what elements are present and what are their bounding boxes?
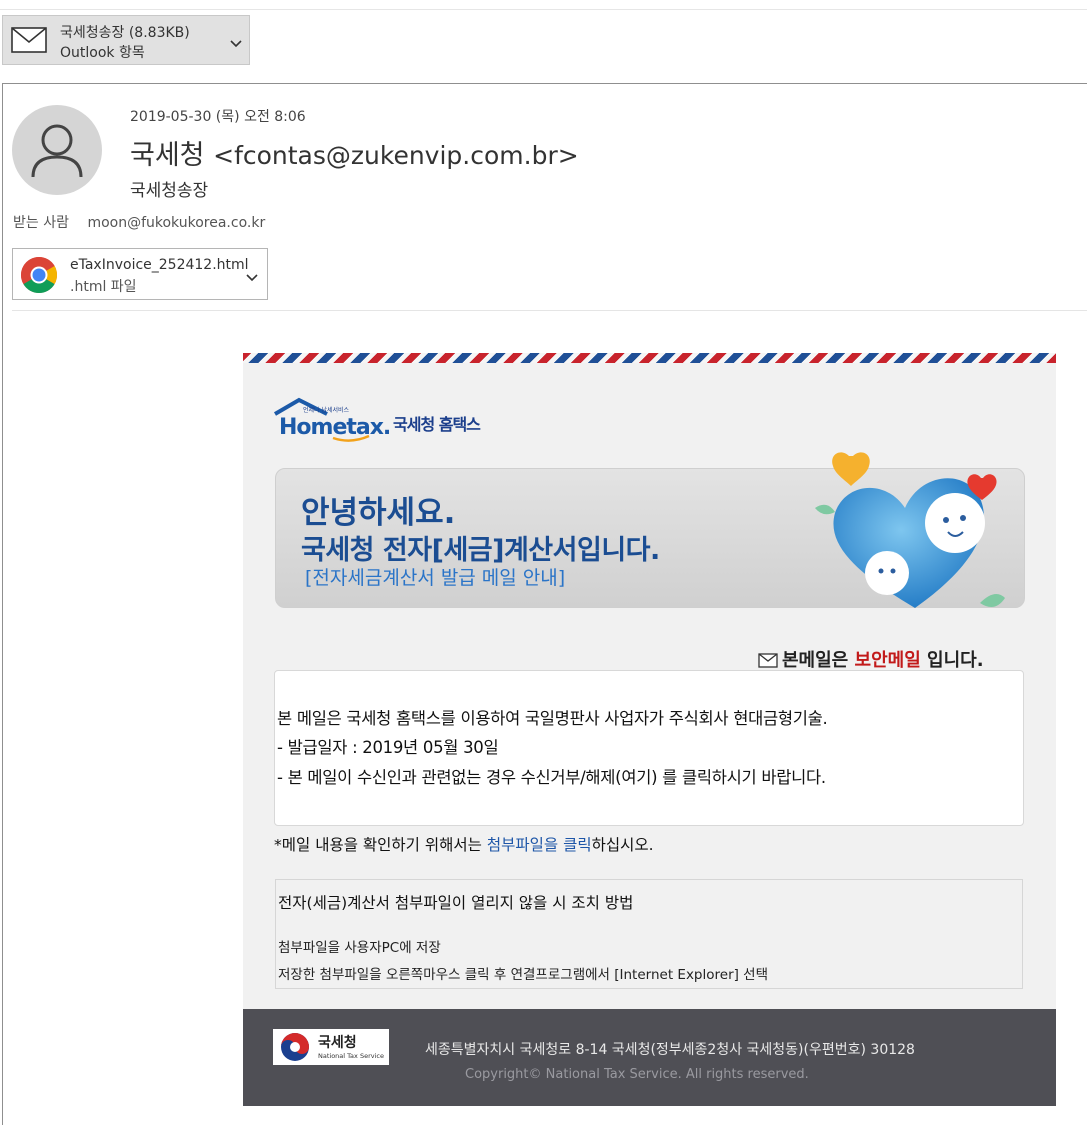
banner-title: 국세청 전자[세금]계산서입니다. [301, 535, 660, 566]
to-row: 받는 사람 moon@fukokukorea.co.kr [13, 212, 265, 232]
pane-border-left [2, 83, 3, 1125]
header-divider [12, 310, 1087, 311]
person-icon [31, 124, 83, 178]
secure-suffix: 입니다. [920, 650, 984, 671]
click-instruction: *메일 내용을 확인하기 위해서는 첨부파일을 클릭하십시오. [274, 833, 654, 855]
invoice-info-box: 본 메일은 국세청 홈택스를 이용하여 국일명판사 사업자가 주식회사 현대금형… [274, 670, 1024, 826]
click-suffix: 하십시오. [591, 836, 654, 854]
info-line-2: - 발급일자 : 2019년 05월 30일 [277, 738, 499, 757]
banner-subtitle: [전자세금계산서 발급 메일 안내] [305, 567, 566, 589]
chevron-down-icon[interactable] [229, 34, 243, 53]
subject: 국세청송장 [130, 181, 209, 201]
nts-logo-en: National Tax Service [318, 1052, 384, 1060]
sender-email: <fcontas@zukenvip.com.br> [213, 141, 579, 170]
info-line-1: 본 메일은 국세청 홈택스를 이용하여 국일명판사 사업자가 주식회사 현대금형… [277, 709, 828, 728]
top-divider [0, 9, 1087, 10]
airmail-stripe [243, 353, 1056, 363]
item-title: 국세청송장 (8.83KB) [60, 25, 190, 41]
help-step-2: 저장한 첨부파일을 오른쪽마우스 클릭 후 연결프로그램에서 [Internet… [278, 967, 769, 983]
hometax-logo: 언제나 납세서비스 Hometax. [273, 396, 391, 448]
attachment-filetype: .html 파일 [70, 279, 137, 295]
to-label: 받는 사람 [13, 215, 69, 231]
chrome-icon [20, 256, 58, 298]
sent-date: 2019-05-30 (목) 오전 8:06 [130, 109, 306, 125]
help-box: 전자(세금)계산서 첨부파일이 열리지 않을 시 조치 방법 첨부파일을 사용자… [275, 879, 1023, 989]
nts-logo: 국세청 National Tax Service [273, 1029, 389, 1065]
taegeuk-icon [281, 1033, 309, 1061]
nts-logo-ko: 국세청 [318, 1035, 357, 1051]
attachment-click-link[interactable]: 첨부파일을 클릭 [487, 836, 592, 854]
envelope-icon [11, 27, 47, 57]
chevron-down-icon[interactable] [245, 268, 259, 287]
logo-tagline: 언제나 납세서비스 [303, 406, 350, 414]
help-title: 전자(세금)계산서 첨부파일이 열리지 않을 시 조치 방법 [278, 894, 634, 912]
help-step-1: 첨부파일을 사용자PC에 저장 [278, 940, 441, 956]
footer: 국세청 National Tax Service 세종특별자치시 국세청로 8-… [243, 1009, 1056, 1106]
pane-border-top [2, 83, 1087, 84]
avatar [12, 105, 102, 195]
logo-subtitle: 국세청 홈택스 [393, 415, 481, 434]
sender[interactable]: 국세청 <fcontas@zukenvip.com.br> [130, 133, 579, 172]
banner-hello: 안녕하세요. [301, 495, 456, 531]
item-type: Outlook 항목 [60, 45, 145, 61]
outlook-item-attachment[interactable]: 국세청송장 (8.83KB) Outlook 항목 [2, 15, 250, 65]
to-address[interactable]: moon@fukokukorea.co.kr [87, 215, 265, 231]
attachment-filename: eTaxInvoice_252412.html [70, 257, 249, 273]
heart-illustration [805, 448, 1015, 632]
sender-name: 국세청 [130, 140, 205, 171]
info-line-3[interactable]: - 본 메일이 수신인과 관련없는 경우 수신거부/해제(여기) 를 클릭하시기… [277, 764, 826, 788]
footer-copyright: Copyright© National Tax Service. All rig… [465, 1067, 809, 1082]
secure-prefix: 본메일은 [782, 650, 855, 671]
click-prefix: *메일 내용을 확인하기 위해서는 [274, 836, 487, 854]
footer-address: 세종특별자치시 국세청로 8-14 국세청(정부세종2청사 국세청동)(우편번호… [425, 1042, 915, 1058]
attachment-chip[interactable]: eTaxInvoice_252412.html .html 파일 [12, 248, 268, 300]
email-body: 언제나 납세서비스 Hometax. 국세청 홈택스 안녕하세요. 국세청 전자… [243, 353, 1056, 1106]
secure-mail-notice: 본메일은 보안메일 입니다. [758, 646, 984, 673]
logo-wordmark: Hometax. [279, 415, 390, 440]
secure-highlight: 보안메일 [854, 650, 921, 671]
